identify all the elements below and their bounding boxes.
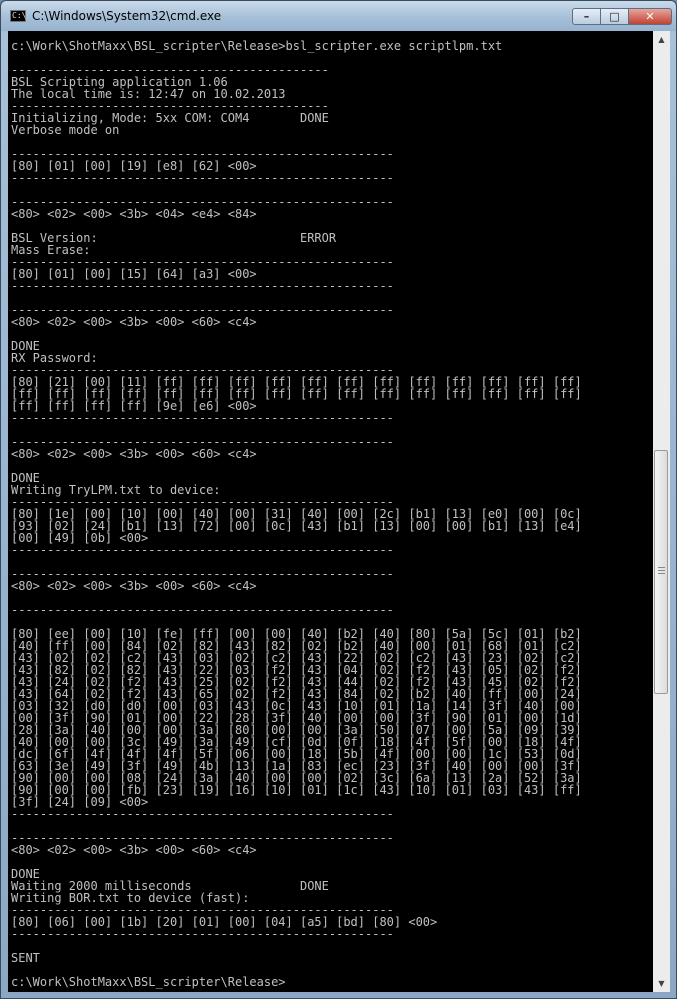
title-bar[interactable]: C:\ C:\Windows\System32\cmd.exe – □ ✕ xyxy=(1,1,676,31)
console-line: ----------------------------------------… xyxy=(11,171,394,185)
minimize-button[interactable]: – xyxy=(572,8,601,25)
console-line: c:\Work\ShotMaxx\BSL_scripter\Release>bs… xyxy=(11,39,503,53)
console-line: ----------------------------------------… xyxy=(11,543,394,557)
console-line: <80> <02> <00> <3b> <04> <e4> <84> xyxy=(11,207,257,221)
console-line: ----------------------------------------… xyxy=(11,411,394,425)
console-line: ----------------------------------------… xyxy=(11,279,394,293)
scroll-down-arrow-icon[interactable]: ▼ xyxy=(653,975,670,992)
console-line: ----------------------------------------… xyxy=(11,603,394,617)
scroll-up-arrow-icon[interactable]: ▲ xyxy=(653,31,670,48)
console-output[interactable]: c:\Work\ShotMaxx\BSL_scripter\Release>bs… xyxy=(8,31,653,992)
console-line: <80> <02> <00> <3b> <00> <60> <c4> xyxy=(11,447,257,461)
cmd-icon[interactable]: C:\ xyxy=(10,10,26,22)
console-line: Verbose mode on xyxy=(11,123,120,137)
console-line: SENT xyxy=(11,951,40,965)
grip-icon xyxy=(658,567,665,574)
console-line: ----------------------------------------… xyxy=(11,807,394,821)
console-text: c:\Work\ShotMaxx\BSL_scripter\Release>bs… xyxy=(8,31,653,988)
console-client-area: c:\Work\ShotMaxx\BSL_scripter\Release>bs… xyxy=(8,31,670,992)
console-line: c:\Work\ShotMaxx\BSL_scripter\Release> xyxy=(11,975,286,989)
window-title: C:\Windows\System32\cmd.exe xyxy=(32,9,222,23)
scroll-thumb[interactable] xyxy=(654,450,668,694)
maximize-button[interactable]: □ xyxy=(601,8,629,25)
console-line: <80> <02> <00> <3b> <00> <60> <c4> xyxy=(11,315,257,329)
console-line: ----------------------------------------… xyxy=(11,927,394,941)
close-button[interactable]: ✕ xyxy=(629,8,672,25)
cmd-window: C:\ C:\Windows\System32\cmd.exe – □ ✕ c:… xyxy=(0,0,677,999)
console-line: <80> <02> <00> <3b> <00> <60> <c4> xyxy=(11,843,257,857)
console-line: <80> <02> <00> <3b> <00> <60> <c4> xyxy=(11,579,257,593)
vertical-scrollbar[interactable]: ▲ ▼ xyxy=(653,31,670,992)
